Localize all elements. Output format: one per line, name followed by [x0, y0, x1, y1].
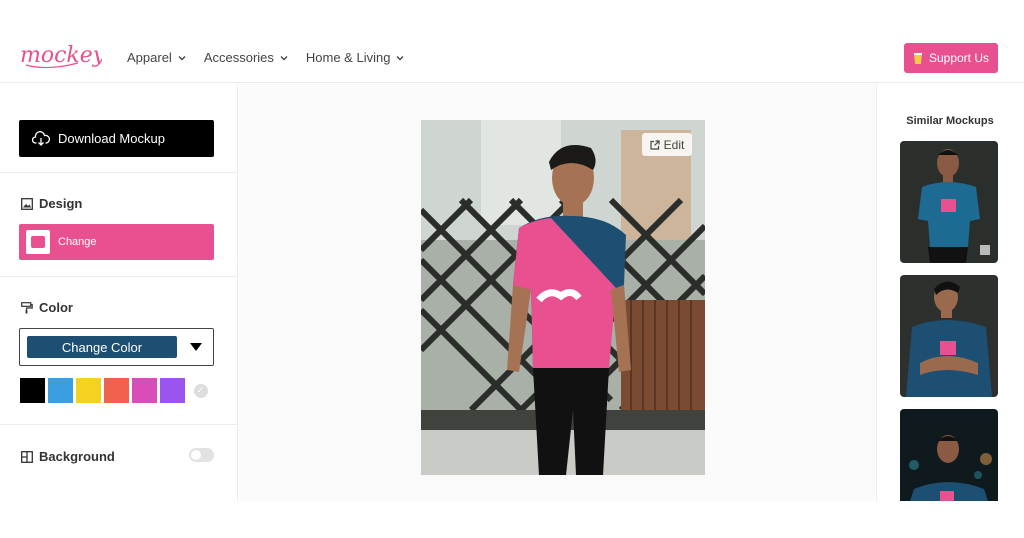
- nav-apparel[interactable]: Apparel: [127, 50, 186, 65]
- swatch-coral[interactable]: [104, 378, 129, 403]
- nav-home-living-label: Home & Living: [305, 50, 391, 65]
- check-icon: ✓: [193, 383, 208, 398]
- similar-mockup-image: [900, 141, 998, 263]
- edit-label: Edit: [663, 137, 685, 152]
- download-mockup-button[interactable]: Download Mockup: [19, 120, 214, 157]
- nav-accessories[interactable]: Accessories: [204, 50, 288, 65]
- background-title: Background: [39, 449, 115, 464]
- similar-mockups-title: Similar Mockups: [906, 115, 994, 127]
- swatch-purple[interactable]: [160, 378, 185, 403]
- edit-button[interactable]: Edit: [642, 133, 692, 156]
- color-select-value: Change Color: [27, 336, 177, 358]
- app-window: mockey Apparel Accessories Home & Living…: [0, 0, 1024, 538]
- support-us-label: Support Us: [928, 51, 990, 65]
- download-mockup-label: Download Mockup: [58, 131, 165, 146]
- mockup-preview-image[interactable]: Edit: [421, 120, 705, 475]
- similar-mockup-image: [900, 409, 998, 501]
- nav-apparel-label: Apparel: [127, 50, 172, 65]
- similar-mockup-card[interactable]: [900, 275, 998, 397]
- swatch-yellow[interactable]: [76, 378, 101, 403]
- color-section-title: Color: [21, 300, 73, 315]
- external-edit-icon: [650, 139, 660, 150]
- svg-text:mockey: mockey: [20, 43, 102, 68]
- mockey-logo[interactable]: mockey: [18, 35, 102, 75]
- paint-roller-icon: [21, 301, 33, 313]
- color-title: Color: [39, 300, 73, 315]
- top-navbar: mockey Apparel Accessories Home & Living…: [0, 33, 1024, 83]
- divider: [0, 424, 238, 425]
- divider: [0, 276, 238, 277]
- swatch-magenta[interactable]: [132, 378, 157, 403]
- chevron-down-icon: [280, 55, 288, 60]
- color-swatches: ✓: [20, 378, 213, 403]
- mockup-canvas: Edit: [239, 84, 875, 501]
- main-nav: Apparel Accessories Home & Living: [127, 50, 422, 65]
- nav-home-living[interactable]: Home & Living: [306, 50, 405, 65]
- image-icon: [21, 197, 33, 210]
- caret-down-icon: [190, 343, 202, 351]
- similar-mockup-card[interactable]: [900, 409, 998, 501]
- editor-sidebar: Download Mockup Design Change Color Chan…: [0, 84, 238, 501]
- divider: [0, 172, 238, 173]
- toggle-knob: [191, 450, 201, 460]
- swatch-custom[interactable]: ✓: [188, 378, 213, 403]
- similar-mockup-image: [900, 275, 998, 397]
- change-design-label: Change: [58, 236, 97, 248]
- design-thumbnail: [26, 230, 50, 254]
- similar-mockup-card[interactable]: [900, 141, 998, 263]
- cloud-download-icon: [32, 130, 50, 146]
- similar-mockups-panel: Similar Mockups: [876, 84, 1024, 501]
- chevron-down-icon: [178, 55, 186, 60]
- coffee-cup-icon: [913, 52, 922, 64]
- nav-accessories-label: Accessories: [203, 50, 274, 65]
- mockup-photo: [421, 120, 705, 475]
- design-title: Design: [39, 196, 83, 211]
- color-select[interactable]: Change Color: [19, 328, 214, 366]
- design-section-title: Design: [21, 196, 82, 211]
- chevron-down-icon: [396, 55, 404, 60]
- swatch-black[interactable]: [20, 378, 45, 403]
- background-toggle[interactable]: [189, 448, 214, 462]
- background-section-title: Background: [21, 449, 115, 464]
- support-us-button[interactable]: Support Us: [904, 43, 998, 73]
- swatch-blue[interactable]: [48, 378, 73, 403]
- layout-icon: [21, 450, 33, 463]
- change-design-button[interactable]: Change: [19, 224, 214, 260]
